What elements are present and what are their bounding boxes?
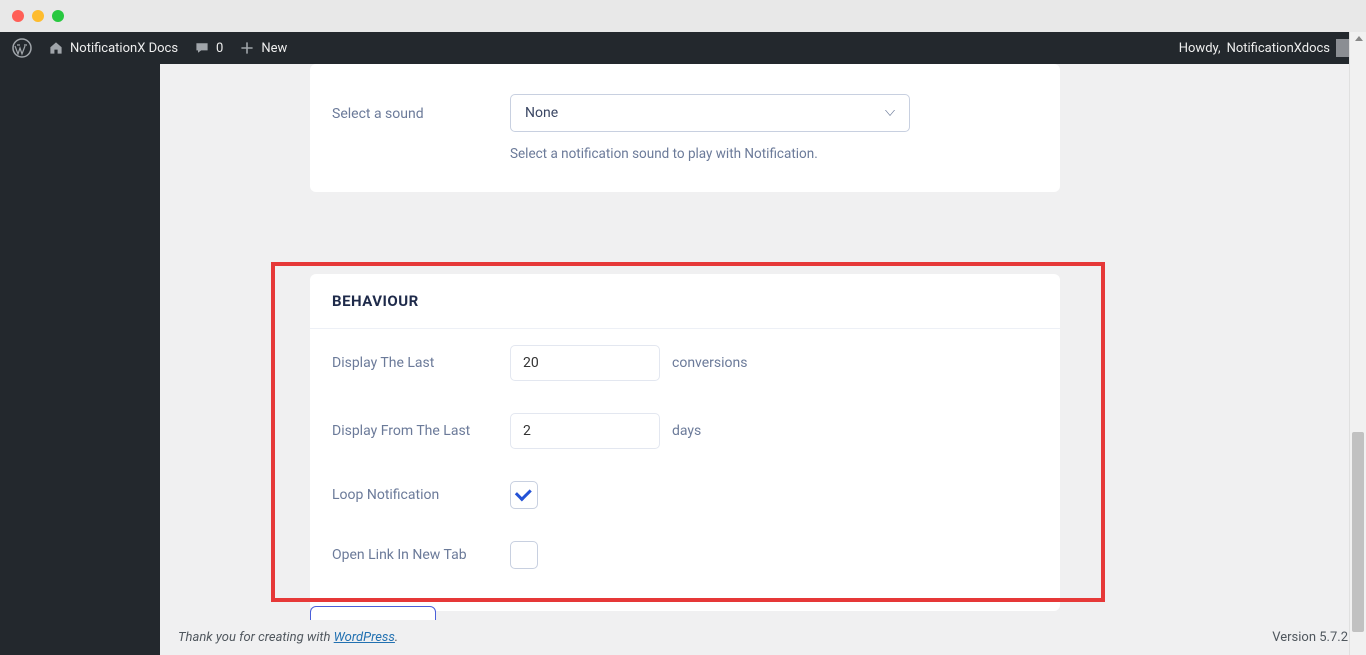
behaviour-title: BEHAVIOUR: [332, 292, 1038, 310]
sound-panel: Select a sound None Select a notificatio…: [310, 64, 1060, 192]
home-icon: [48, 40, 64, 56]
display-from-last-input[interactable]: [510, 413, 660, 449]
comments-count: 0: [216, 41, 223, 56]
open-new-tab-label: Open Link In New Tab: [332, 547, 510, 563]
sound-select[interactable]: None: [510, 94, 910, 132]
content-area: Select a sound None Select a notificatio…: [160, 64, 1366, 655]
display-last-input[interactable]: [510, 345, 660, 381]
wp-logo-menu[interactable]: [12, 38, 32, 58]
sound-selected-value: None: [525, 105, 558, 121]
footer-thanks-prefix: Thank you for creating with: [178, 630, 334, 645]
comments-link[interactable]: 0: [194, 40, 223, 56]
window-maximize-icon[interactable]: [52, 10, 64, 22]
window-minimize-icon[interactable]: [32, 10, 44, 22]
footer-wordpress-link[interactable]: WordPress: [334, 630, 395, 645]
scroll-up-icon: [1355, 36, 1363, 41]
howdy-username: NotificationXdocs: [1227, 41, 1330, 56]
wordpress-icon: [12, 38, 32, 58]
site-name-label: NotificationX Docs: [70, 41, 178, 56]
loop-notification-label: Loop Notification: [332, 487, 510, 503]
checkmark-icon: [515, 484, 532, 501]
scrollbar-thumb[interactable]: [1352, 432, 1364, 632]
loop-notification-checkbox[interactable]: [510, 481, 538, 509]
display-last-label: Display The Last: [332, 355, 510, 371]
display-last-suffix: conversions: [672, 355, 747, 371]
window-titlebar: [0, 0, 1366, 32]
vertical-scrollbar[interactable]: [1349, 32, 1366, 655]
sound-help-text: Select a notification sound to play with…: [510, 146, 1038, 162]
plus-icon: [239, 40, 255, 56]
wp-footer: Thank you for creating with WordPress. V…: [160, 620, 1366, 655]
howdy-account-link[interactable]: Howdy, NotificationXdocs: [1179, 39, 1354, 57]
display-from-last-row: Display From The Last days: [310, 397, 1060, 465]
new-label: New: [261, 41, 287, 56]
chevron-down-icon: [885, 110, 895, 116]
behaviour-panel: BEHAVIOUR Display The Last conversions D…: [310, 274, 1060, 611]
window-close-icon[interactable]: [12, 10, 24, 22]
new-content-link[interactable]: New: [239, 40, 287, 56]
footer-version: Version 5.7.2: [1272, 630, 1348, 645]
display-last-row: Display The Last conversions: [310, 329, 1060, 397]
open-new-tab-checkbox[interactable]: [510, 541, 538, 569]
display-from-last-suffix: days: [672, 423, 701, 439]
site-name-link[interactable]: NotificationX Docs: [48, 40, 178, 56]
wp-adminbar: NotificationX Docs 0 New Howdy, Notifica…: [0, 32, 1366, 64]
footer-thanks-suffix: .: [395, 630, 398, 645]
open-new-tab-row: Open Link In New Tab: [310, 525, 1060, 585]
sound-label: Select a sound: [332, 94, 510, 122]
comment-icon: [194, 40, 210, 56]
display-from-last-label: Display From The Last: [332, 423, 510, 439]
loop-notification-row: Loop Notification: [310, 465, 1060, 525]
wp-admin-sidebar[interactable]: [0, 64, 160, 655]
howdy-prefix: Howdy,: [1179, 41, 1221, 56]
